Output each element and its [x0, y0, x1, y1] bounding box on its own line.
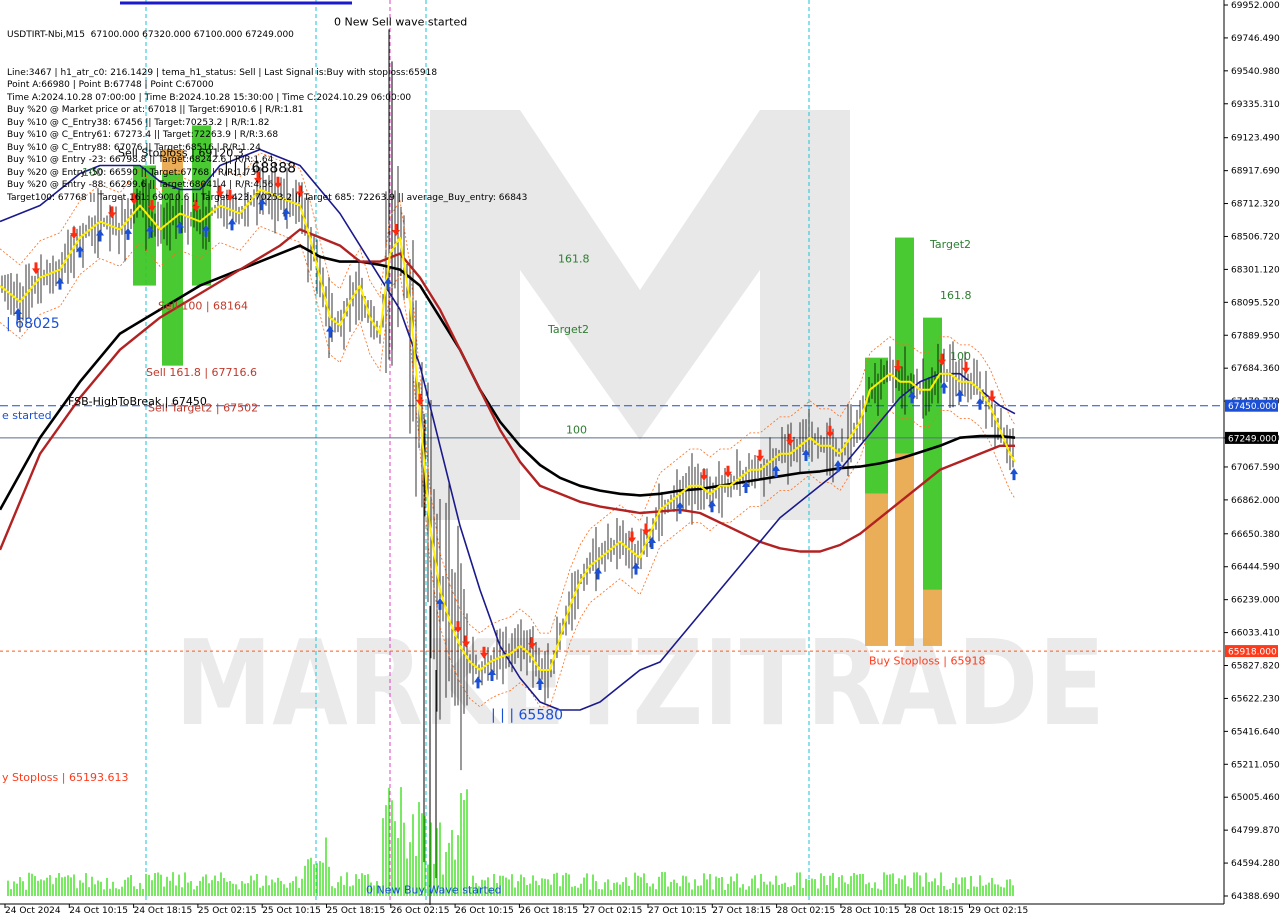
y-tick-label: 68095.520 [1231, 298, 1280, 308]
label-161-left: 161.8 [558, 252, 590, 265]
x-tick-label: 25 Oct 10:15 [262, 906, 321, 916]
x-tick-label: 27 Oct 18:15 [712, 906, 771, 916]
block-orange-5 [895, 453, 914, 646]
x-tick-label: 24 Oct 2024 [5, 906, 61, 916]
y-tick-label: 65827.820 [1231, 662, 1280, 672]
label-65580: | | | 65580 [491, 708, 563, 724]
label-target2-left: Target2 [547, 323, 589, 336]
label-buy-stoploss-left: y Stoploss | 65193.613 [2, 771, 128, 784]
y-tick-label: 66239.000 [1231, 596, 1280, 606]
y-tick-label: 68917.690 [1231, 167, 1280, 177]
y-tick-label: 67889.950 [1231, 331, 1280, 341]
x-tick-label: 25 Oct 18:15 [327, 906, 386, 916]
y-tick-label: 69540.980 [1231, 67, 1280, 77]
label-sell-161: Sell 161.8 | 67716.6 [146, 366, 257, 379]
x-tick-label: 28 Oct 10:15 [841, 906, 900, 916]
y-tick-label: 64799.870 [1231, 826, 1280, 836]
tag-67450-label: 67450.000 [1228, 402, 1277, 412]
y-tick-label: 67684.360 [1231, 364, 1280, 374]
label-161-right: 161.8 [940, 289, 972, 302]
label-68025: | 68025 [6, 316, 60, 332]
block-orange-4 [865, 493, 888, 646]
label-buy-wave: 0 New Buy Wave started [366, 883, 502, 896]
y-tick-label: 69335.310 [1231, 100, 1280, 110]
y-tick-label: 65622.230 [1231, 694, 1280, 704]
y-tick-label: 65211.050 [1231, 760, 1280, 770]
price-chart[interactable]: MARKETZITRADE 0 New Sell wave started 0 N… [0, 0, 1280, 920]
x-tick-label: 27 Oct 10:15 [648, 906, 707, 916]
x-tick-label: 24 Oct 10:15 [69, 906, 128, 916]
label-68888: | | | 68888 [224, 161, 296, 177]
y-tick-label: 68506.720 [1231, 232, 1280, 242]
label-sell-100: Sell 100 | 68164 [158, 300, 248, 313]
watermark-text: MARKETZITRADE [175, 614, 1105, 752]
y-tick-label: 66033.410 [1231, 629, 1280, 639]
y-tick-label: 66650.380 [1231, 530, 1280, 540]
y-tick-label: 66862.000 [1231, 496, 1280, 506]
y-tick-label: 68301.120 [1231, 265, 1280, 275]
y-tick-label: 65005.460 [1231, 793, 1280, 803]
tag-67249-label: 67249.000 [1228, 434, 1277, 444]
y-tick-label: 65416.640 [1231, 727, 1280, 737]
block-green-6 [923, 317, 942, 590]
tag-65918-label: 65918.000 [1228, 648, 1277, 658]
label-target2-right: Target2 [929, 238, 971, 251]
x-tick-label: 26 Oct 10:15 [455, 906, 514, 916]
y-tick-label: 64594.280 [1231, 859, 1280, 869]
label-100-right: 100 [950, 350, 971, 363]
x-tick-label: 27 Oct 02:15 [584, 906, 643, 916]
block-green-2 [162, 173, 183, 366]
block-orange-6 [923, 589, 942, 646]
x-tick-label: 24 Oct 18:15 [134, 906, 193, 916]
label-buy-stoploss: Buy Stoploss | 65918 [869, 654, 985, 667]
label-fsb: FSB-HighToBreak | 67450 [68, 395, 207, 408]
x-tick-label: 26 Oct 18:15 [519, 906, 578, 916]
y-tick-label: 69123.490 [1231, 134, 1280, 144]
x-tick-label: 26 Oct 02:15 [391, 906, 450, 916]
label-wave-started: e started [2, 409, 52, 422]
label-sell-stoploss: Sell Stoploss | 69120.3 [118, 147, 244, 160]
x-tick-label: 28 Oct 18:15 [905, 906, 964, 916]
y-tick-label: 64388.690 [1231, 892, 1280, 902]
y-tick-label: 69952.000 [1231, 1, 1280, 11]
y-tick-label: 67067.590 [1231, 463, 1280, 473]
label-sell-wave: 0 New Sell wave started [334, 15, 467, 28]
y-tick-label: 69746.490 [1231, 34, 1280, 44]
label-100-left: 100 [82, 166, 103, 179]
label-100-mid: 100 [566, 424, 587, 437]
x-tick-label: 29 Oct 02:15 [970, 906, 1029, 916]
x-tick-label: 25 Oct 02:15 [198, 906, 257, 916]
y-tick-label: 68712.320 [1231, 200, 1280, 210]
x-tick-label: 28 Oct 02:15 [777, 906, 836, 916]
y-tick-label: 66444.590 [1231, 563, 1280, 573]
